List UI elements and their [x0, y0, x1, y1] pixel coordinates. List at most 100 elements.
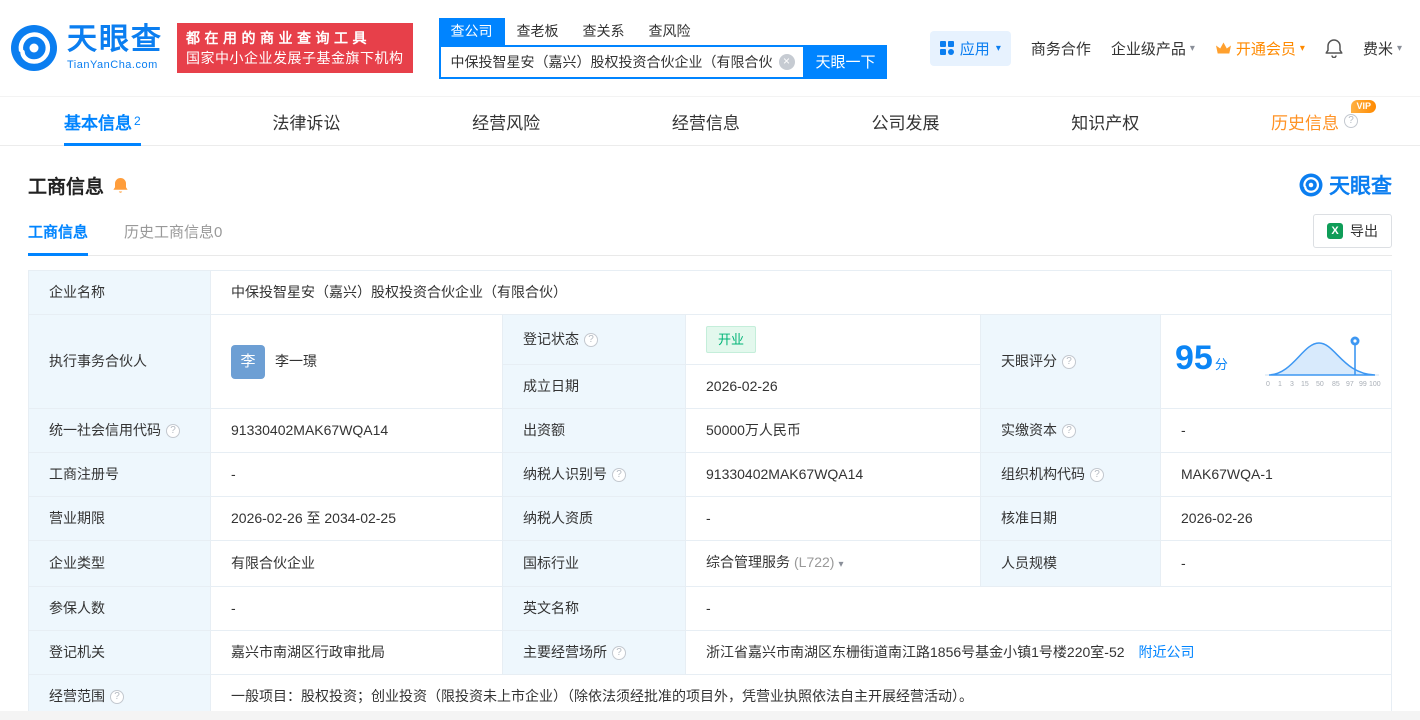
- search-input[interactable]: [440, 53, 779, 70]
- english-name-label: 英文名称: [502, 586, 686, 631]
- help-icon[interactable]: ?: [1344, 114, 1358, 128]
- avatar[interactable]: 李: [231, 344, 265, 379]
- registration-number-value: -: [210, 452, 503, 497]
- nearby-companies-link[interactable]: 附近公司: [1139, 644, 1195, 660]
- page-bottom-strip: [0, 711, 1420, 720]
- excel-icon: X: [1327, 223, 1343, 239]
- section-title: 工商信息: [28, 176, 105, 198]
- alert-bell-icon[interactable]: [112, 176, 129, 194]
- tianyancha-logo[interactable]: 天眼查 TianYanCha.com: [10, 24, 163, 72]
- credit-code-value: 91330402MAK67WQA14: [210, 408, 503, 453]
- capital-label: 出资额: [502, 408, 686, 453]
- company-type-value: 有限合伙企业: [210, 540, 503, 587]
- insured-count-label: 参保人数: [28, 586, 211, 631]
- search-tab-risk[interactable]: 查风险: [637, 18, 703, 45]
- registration-authority-label: 登记机关: [28, 630, 211, 675]
- tab-company-development[interactable]: 公司发展: [872, 97, 940, 145]
- tab-basic-info-count: 2: [134, 114, 141, 128]
- partner-name-link[interactable]: 李一璟: [275, 351, 317, 372]
- user-menu[interactable]: 费米 ▾: [1363, 38, 1402, 59]
- business-term-label: 营业期限: [28, 496, 211, 541]
- help-icon[interactable]: ?: [612, 645, 626, 660]
- svg-text:50: 50: [1316, 381, 1324, 388]
- search-tab-boss[interactable]: 查老板: [505, 18, 571, 45]
- score-number: 95: [1175, 339, 1213, 377]
- apps-button[interactable]: 应用 ▾: [929, 30, 1011, 66]
- table-row: 执行事务合伙人 李 李一璟 登记状态? 开业 天眼评分? 95 分 0 1 3 …: [28, 314, 1392, 409]
- search-tabs: 查公司 查老板 查关系 查风险: [438, 17, 887, 45]
- registration-status-label: 登记状态?: [502, 314, 686, 365]
- business-cooperation-link[interactable]: 商务合作: [1031, 38, 1091, 59]
- help-icon[interactable]: ?: [1090, 467, 1104, 482]
- promo-banner: 都在用的商业查询工具 国家中小企业发展子基金旗下机构: [177, 22, 413, 74]
- subtab-business-info[interactable]: 工商信息: [28, 221, 89, 256]
- table-row: 参保人数 - 英文名称 -: [28, 586, 1392, 631]
- header-menu: 应用 ▾ 商务合作 企业级产品 ▾ 开通会员 ▾ 费米 ▾: [929, 30, 1402, 66]
- export-button[interactable]: X 导出: [1313, 214, 1392, 248]
- table-row: 企业名称 中保投智星安（嘉兴）股权投资合伙企业（有限合伙）: [28, 270, 1392, 315]
- status-badge: 开业: [706, 326, 757, 353]
- tab-basic-info[interactable]: 基本信息 2: [64, 97, 141, 146]
- vip-membership-link[interactable]: 开通会员 ▾: [1215, 38, 1305, 59]
- tianyan-score-value[interactable]: 95 分 0 1 3 15 50 85 97 99 100: [1160, 314, 1392, 409]
- help-icon[interactable]: ?: [166, 423, 180, 438]
- search-tab-company[interactable]: 查公司: [438, 17, 505, 45]
- tab-operating-info[interactable]: 经营信息: [672, 97, 740, 145]
- table-row: 企业类型 有限合伙企业 国标行业 综合管理服务 (L722) ▾ 人员规模 -: [28, 540, 1392, 587]
- section-brand-name: 天眼查: [1329, 175, 1392, 198]
- help-icon[interactable]: ?: [584, 332, 598, 347]
- tianyan-score-label: 天眼评分?: [980, 314, 1161, 409]
- notification-bell-icon[interactable]: [1325, 38, 1343, 58]
- tianyancha-logo-icon: [11, 25, 57, 71]
- svg-text:0: 0: [1266, 381, 1270, 388]
- premises-label: 主要经营场所?: [502, 630, 686, 675]
- executive-partner-label: 执行事务合伙人: [28, 314, 211, 409]
- tab-history-info[interactable]: 历史信息 ? VIP: [1271, 97, 1376, 145]
- table-row: 统一社会信用代码? 91330402MAK67WQA14 出资额 50000万人…: [28, 408, 1392, 453]
- help-icon[interactable]: ?: [612, 467, 626, 482]
- company-type-label: 企业类型: [28, 540, 211, 587]
- chevron-down-icon: ▾: [1299, 42, 1305, 54]
- help-icon[interactable]: ?: [1062, 354, 1076, 369]
- tab-basic-info-label: 基本信息: [64, 113, 132, 133]
- taxpayer-quality-value: -: [685, 496, 981, 541]
- vip-badge: VIP: [1351, 100, 1376, 113]
- registration-number-label: 工商注册号: [28, 452, 211, 497]
- industry-value: 综合管理服务 (L722) ▾: [685, 540, 981, 587]
- section-brand: 天眼查: [1299, 170, 1392, 200]
- svg-text:3: 3: [1290, 381, 1294, 388]
- industry-label: 国标行业: [502, 540, 686, 587]
- table-row: 登记机关 嘉兴市南湖区行政审批局 主要经营场所? 浙江省嘉兴市南湖区东栅街道南江…: [28, 630, 1392, 675]
- svg-text:97: 97: [1346, 381, 1354, 388]
- credit-code-label: 统一社会信用代码?: [28, 408, 211, 453]
- apps-label: 应用: [959, 40, 990, 58]
- help-icon[interactable]: ?: [110, 689, 124, 704]
- search-button[interactable]: 天眼一下: [804, 44, 887, 79]
- industry-code: (L722): [794, 554, 835, 570]
- vip-membership-label: 开通会员: [1235, 40, 1296, 58]
- svg-text:99: 99: [1359, 381, 1367, 388]
- org-code-label: 组织机构代码?: [980, 452, 1161, 497]
- enterprise-products-link[interactable]: 企业级产品 ▾: [1111, 38, 1195, 59]
- approval-date-label: 核准日期: [980, 496, 1161, 541]
- table-row: 营业期限 2026-02-26 至 2034-02-25 纳税人资质 - 核准日…: [28, 496, 1392, 541]
- subtab-history-business-info[interactable]: 历史工商信息0: [124, 221, 222, 255]
- enterprise-products-label: 企业级产品: [1110, 40, 1186, 58]
- tianyancha-mini-logo-icon: [1299, 173, 1323, 197]
- taxpayer-id-label: 纳税人识别号?: [502, 452, 686, 497]
- promo-line-1: 都在用的商业查询工具: [186, 29, 371, 46]
- clear-icon[interactable]: ×: [778, 53, 795, 70]
- registration-status-value: 开业: [685, 314, 981, 365]
- premises-value: 浙江省嘉兴市南湖区东栅街道南江路1856号基金小镇1号楼220室-52 附近公司: [685, 630, 1392, 675]
- tab-intellectual-property[interactable]: 知识产权: [1071, 97, 1139, 145]
- establish-date-value: 2026-02-26: [685, 364, 981, 409]
- help-icon[interactable]: ?: [1062, 423, 1076, 438]
- tab-legal-proceedings[interactable]: 法律诉讼: [272, 97, 340, 145]
- score-distribution-chart: 0 1 3 15 50 85 97 99 100: [1265, 336, 1381, 388]
- staff-size-value: -: [1160, 540, 1392, 587]
- search-tab-relation[interactable]: 查关系: [571, 18, 637, 45]
- english-name-value: -: [685, 586, 1392, 631]
- page: 天眼查 TianYanCha.com 都在用的商业查询工具 国家中小企业发展子基…: [0, 0, 1420, 719]
- chevron-down-icon[interactable]: ▾: [838, 559, 843, 570]
- tab-operating-risk[interactable]: 经营风险: [472, 97, 540, 145]
